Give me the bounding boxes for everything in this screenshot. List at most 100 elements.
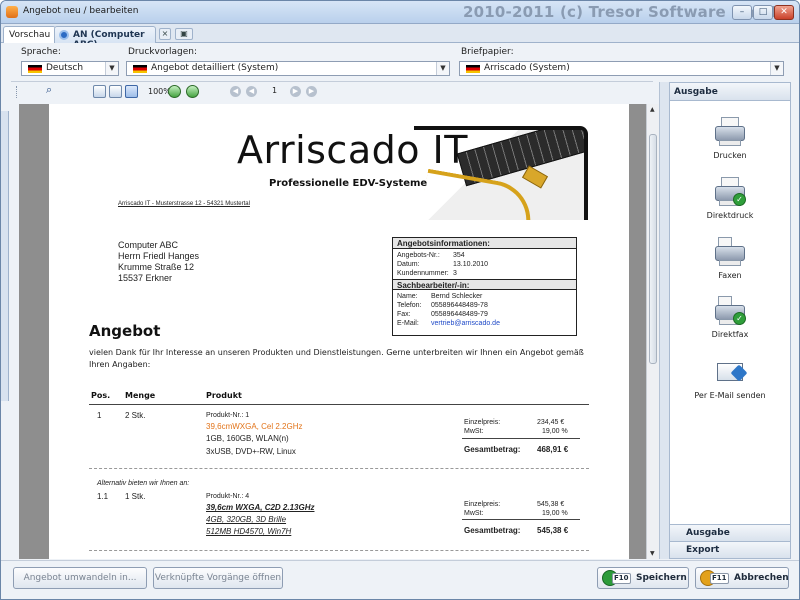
page-number[interactable]: 1 — [272, 86, 277, 95]
title-bar: Angebot neu / bearbeiten 2010-2011 (c) T… — [1, 1, 799, 24]
fax-action[interactable]: Faxen — [670, 237, 790, 280]
column-header-produkt: Produkt — [206, 391, 242, 400]
maximize-button[interactable]: □ — [753, 5, 773, 20]
tab-vorschau[interactable]: Vorschau — [3, 26, 57, 43]
output-panel: Ausgabe Drucken ✓ Direktdruck Faxen ✓ Di… — [669, 82, 791, 559]
chevron-down-icon: ▼ — [770, 62, 783, 75]
panel-tab-ausgabe[interactable]: Ausgabe — [670, 524, 790, 541]
direct-print-action-label: Direktdruck — [706, 211, 754, 220]
document-page: Arriscado IT Professionelle EDV-Systeme … — [49, 104, 629, 559]
chevron-down-icon: ▼ — [436, 62, 449, 75]
table-header-rule — [89, 404, 589, 405]
direct-fax-action[interactable]: ✓ Direktfax — [670, 296, 790, 339]
item-total-label: Gesamtbetrag: — [464, 445, 521, 454]
cancel-label: Abbrechen — [734, 573, 789, 583]
minimize-button[interactable]: – — [732, 5, 752, 20]
briefpapier-select[interactable]: Arriscado (System) ▼ — [459, 61, 784, 76]
item-desc: 1GB, 160GB, WLAN(n) — [206, 434, 289, 443]
email-link[interactable]: vertrieb@arriscado.de — [431, 319, 500, 328]
item-separator — [89, 468, 589, 469]
zoom-out-icon[interactable] — [186, 85, 199, 98]
info-key: Angebots-Nr.: — [397, 252, 440, 259]
whole-page-icon[interactable] — [125, 85, 138, 98]
tab-document[interactable]: AN (Computer ABC) — [54, 26, 156, 50]
info-key: Telefon: — [397, 302, 422, 309]
item-mwst-label: MwSt: — [464, 428, 484, 435]
save-button[interactable]: F10 Speichern — [597, 567, 689, 589]
previous-page-icon[interactable]: ◀ — [246, 86, 257, 97]
close-button[interactable]: ✕ — [774, 5, 794, 20]
column-header-menge: Menge — [125, 391, 156, 400]
email-action[interactable]: Per E-Mail senden — [670, 357, 790, 400]
item-pos: 1.1 — [97, 492, 109, 501]
convert-offer-button[interactable]: Angebot umwandeln in... — [13, 567, 147, 589]
item-qty: 1 Stk. — [125, 492, 146, 501]
german-flag-icon — [28, 65, 42, 73]
item-desc: 512MB HD4570, Win7H — [206, 527, 292, 536]
briefpapier-label: Briefpapier: — [461, 47, 514, 57]
item-mwst-label: MwSt: — [464, 510, 484, 517]
company-slogan: Professionelle EDV-Systeme — [269, 178, 428, 189]
druckvorlagen-select[interactable]: Angebot detailliert (System) ▼ — [126, 61, 450, 76]
item-qty: 2 Stk. — [125, 411, 146, 420]
open-linked-button[interactable]: Verknüpfte Vorgänge öffnen — [153, 567, 283, 589]
fax-check-icon: ✓ — [715, 296, 746, 326]
item-desc: 3xUSB, DVD+-RW, Linux — [206, 447, 296, 456]
info-value: 055896448489-79 — [431, 311, 488, 318]
sum-rule — [462, 438, 580, 439]
first-page-icon[interactable]: ◀ — [230, 86, 241, 97]
window-title: Angebot neu / bearbeiten — [23, 6, 139, 16]
close-tab-icon[interactable]: × — [159, 28, 171, 40]
rj45-plug-image — [521, 165, 549, 189]
sprache-value: Deutsch — [46, 63, 84, 73]
scroll-thumb[interactable] — [649, 134, 657, 364]
druckvorlagen-label: Druckvorlagen: — [128, 47, 198, 57]
left-collapse-handle[interactable] — [1, 111, 9, 401]
new-tab-icon[interactable]: ▣ — [175, 28, 193, 40]
info-value: 354 — [453, 252, 465, 259]
scroll-up-icon[interactable]: ▲ — [650, 106, 655, 113]
last-page-icon[interactable]: ▶ — [306, 86, 317, 97]
single-page-icon[interactable] — [93, 85, 106, 98]
printer-check-icon: ✓ — [715, 177, 746, 207]
preview-scrollbar[interactable]: ▲ ▼ — [646, 104, 659, 559]
next-page-icon[interactable]: ▶ — [290, 86, 301, 97]
save-label: Speichern — [636, 573, 687, 583]
cancel-button[interactable]: F11 Abbrechen — [695, 567, 789, 589]
recipient-line: Krumme Straße 12 — [118, 262, 195, 272]
chevron-down-icon: ▼ — [105, 62, 118, 75]
company-logo: Arriscado IT — [237, 128, 468, 172]
sum-rule — [462, 519, 580, 520]
info-row: Fax: 055896448489-79 — [393, 310, 576, 319]
offer-info-title: Angebotsinformationen: — [393, 238, 576, 249]
panel-splitter[interactable] — [659, 82, 669, 559]
info-row: Kundennummer: 3 — [393, 269, 576, 278]
direct-print-action[interactable]: ✓ Direktdruck — [670, 177, 790, 220]
info-key: E-Mail: — [397, 320, 419, 327]
zoom-in-icon[interactable] — [168, 85, 181, 98]
clerk-title: Sachbearbeiter/-in: — [393, 279, 576, 290]
recipient-address: Computer ABC Herrn Friedl Hanges Krumme … — [118, 240, 199, 284]
print-action[interactable]: Drucken — [670, 117, 790, 160]
item-total-value: 468,91 € — [537, 445, 569, 454]
german-flag-icon — [466, 65, 480, 73]
info-key: Kundennummer: — [397, 270, 449, 277]
recipient-line: Computer ABC — [118, 240, 179, 250]
document-tab-icon — [59, 30, 69, 40]
binoculars-search-icon[interactable]: ⌕ — [46, 83, 59, 96]
info-row: E-Mail: vertrieb@arriscado.de — [393, 319, 576, 328]
sprache-select[interactable]: Deutsch ▼ — [21, 61, 119, 76]
info-row: Name: Bernd Schlecker — [393, 292, 576, 301]
page-width-icon[interactable] — [109, 85, 122, 98]
item-prodnr: Produkt-Nr.: 1 — [206, 412, 250, 419]
intro-text: vielen Dank für Ihr Interesse an unseren… — [89, 348, 584, 369]
output-panel-header: Ausgabe — [670, 83, 790, 101]
print-action-label: Drucken — [713, 151, 747, 160]
recipient-line: 15537 Erkner — [118, 273, 173, 283]
item-mwst-value: 19,00 % — [542, 428, 568, 435]
info-row: Telefon: 055896448489-78 — [393, 301, 576, 310]
scroll-down-icon[interactable]: ▼ — [650, 550, 655, 557]
panel-tab-export[interactable]: Export — [670, 541, 790, 558]
info-key: Datum: — [397, 261, 420, 268]
footer-bar: Angebot umwandeln in... Verknüpfte Vorgä… — [1, 560, 799, 599]
